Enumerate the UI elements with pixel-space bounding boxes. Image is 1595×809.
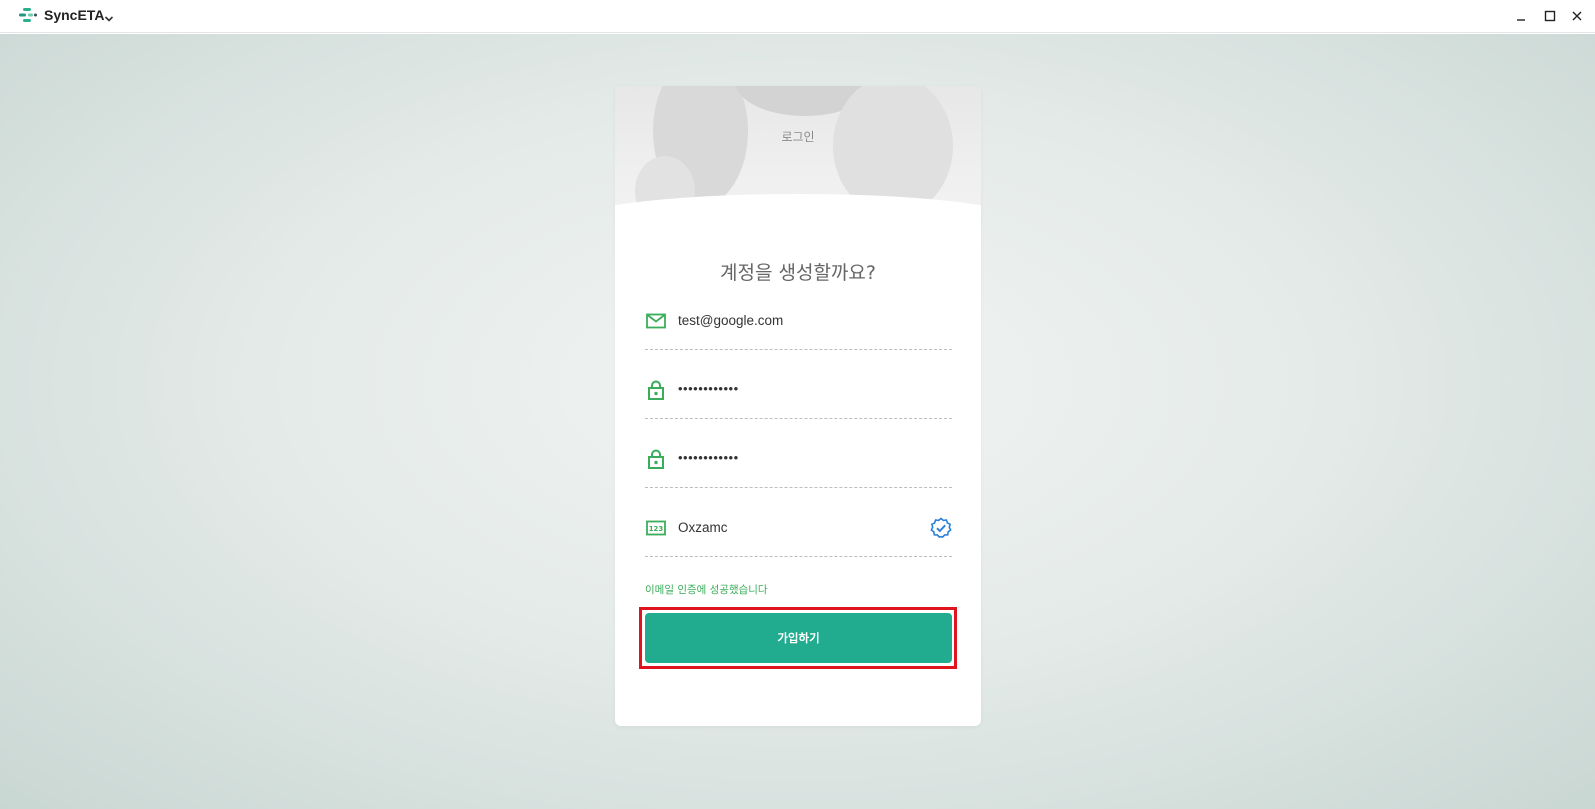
svg-text:123: 123 bbox=[649, 525, 664, 533]
card-header-image: 로그인 bbox=[615, 86, 981, 226]
verification-code-input-value[interactable]: Oxzamc bbox=[678, 520, 728, 536]
synceta-logo-icon[interactable] bbox=[19, 7, 37, 23]
title-bar: SyncETA bbox=[0, 0, 1595, 33]
email-input-value[interactable]: test@google.com bbox=[678, 313, 783, 329]
verified-check-icon bbox=[930, 517, 952, 539]
maximize-icon bbox=[1544, 7, 1556, 26]
close-button[interactable] bbox=[1566, 5, 1588, 27]
minimize-icon bbox=[1515, 7, 1527, 26]
login-link[interactable]: 로그인 bbox=[615, 128, 981, 145]
email-verification-success-message: 이메일 인증에 성공했습니다 bbox=[645, 584, 768, 596]
number-123-icon: 123 bbox=[645, 517, 667, 539]
password-field[interactable]: •••••••••••• bbox=[645, 369, 952, 419]
password-input-value[interactable]: •••••••••••• bbox=[678, 381, 739, 397]
password-confirm-field[interactable]: •••••••••••• bbox=[645, 438, 952, 488]
app-name[interactable]: SyncETA bbox=[44, 7, 104, 23]
close-icon bbox=[1571, 7, 1583, 26]
mail-icon bbox=[645, 310, 667, 332]
lock-icon bbox=[645, 379, 667, 401]
maximize-button[interactable] bbox=[1539, 5, 1561, 27]
minimize-button[interactable] bbox=[1510, 5, 1532, 27]
signup-button[interactable]: 가입하기 bbox=[645, 613, 952, 663]
verification-code-field[interactable]: 123 Oxzamc bbox=[645, 507, 952, 557]
password-confirm-input-value[interactable]: •••••••••••• bbox=[678, 450, 739, 466]
header-curve bbox=[615, 194, 981, 226]
signup-card: 로그인 계정을 생성할까요? test@google.com •••••••••… bbox=[615, 86, 981, 726]
email-field[interactable]: test@google.com bbox=[645, 300, 952, 350]
lock-icon bbox=[645, 448, 667, 470]
page-title: 계정을 생성할까요? bbox=[720, 262, 876, 284]
chevron-down-icon[interactable] bbox=[104, 9, 114, 22]
